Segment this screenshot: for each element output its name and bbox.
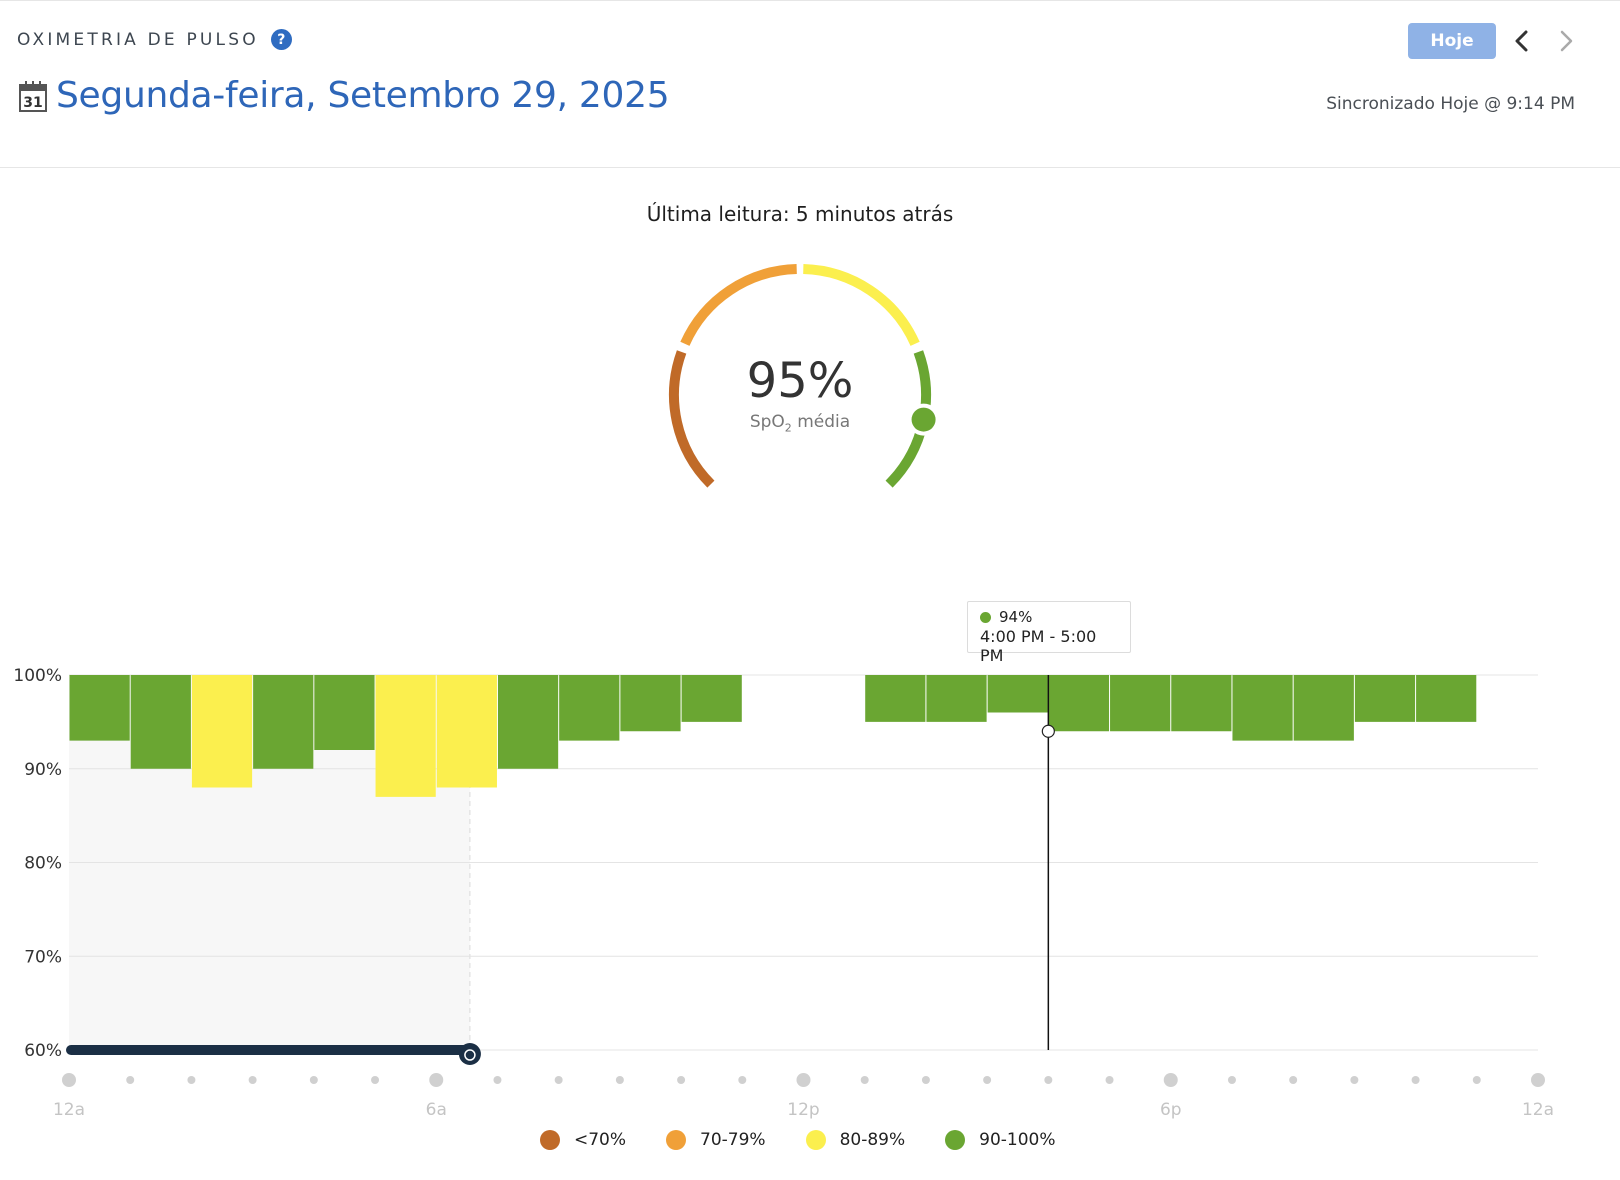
- bar: [191, 675, 253, 788]
- legend-dot: [945, 1130, 966, 1150]
- page: OXIMETRIA DE PULSO ? 31 Segunda-feira, S…: [0, 0, 1620, 1180]
- legend-label: 70-79%: [700, 1130, 766, 1150]
- x-tick-dot: [1350, 1076, 1359, 1084]
- legend-label: <70%: [574, 1130, 627, 1150]
- x-tick-dot: [796, 1073, 811, 1087]
- spo2-chart: 100% 90% 80% 70% 60% 12a 6a 12p 6p 12a: [13, 666, 1554, 1120]
- legend: <70% 70-79% 80-89% 90-100%: [540, 1130, 1096, 1150]
- bar: [253, 675, 314, 769]
- x-tick-dot: [1531, 1073, 1545, 1087]
- legend-item: 90-100%: [945, 1130, 1056, 1150]
- chart-tooltip: 94% 4:00 PM - 5:00 PM: [967, 601, 1131, 665]
- cursor-marker: [1041, 724, 1055, 738]
- legend-item: 80-89%: [805, 1130, 906, 1150]
- bar: [1048, 675, 1110, 732]
- x-tick-dot: [921, 1076, 930, 1084]
- x-tick-dot: [371, 1076, 380, 1084]
- x-tick-dot: [860, 1076, 869, 1084]
- x-tick-dot: [677, 1076, 686, 1084]
- x-tick-dot: [1227, 1076, 1236, 1084]
- legend-dot: [666, 1130, 687, 1150]
- bar: [497, 675, 559, 769]
- x-tick-dot: [187, 1076, 196, 1084]
- x-tick-dot: [1411, 1076, 1420, 1084]
- legend-label: 90-100%: [979, 1130, 1056, 1150]
- x-tick-dot: [248, 1076, 257, 1084]
- bar: [987, 675, 1048, 713]
- legend-dot: [805, 1130, 826, 1150]
- x-tick-dot: [62, 1073, 76, 1087]
- x-tick-label: 6p: [1160, 1100, 1182, 1120]
- bar: [130, 675, 191, 769]
- bar: [1232, 675, 1293, 741]
- x-tick-dot: [309, 1076, 318, 1084]
- bar: [865, 675, 926, 722]
- legend-item: 70-79%: [666, 1130, 766, 1150]
- x-tick-label: 12a: [53, 1100, 85, 1120]
- x-tick-dot: [126, 1076, 135, 1084]
- bar: [926, 675, 987, 722]
- x-tick-dot: [615, 1076, 624, 1084]
- x-tick-dot: [493, 1076, 502, 1084]
- bar: [1416, 675, 1477, 722]
- x-tick-dot: [554, 1076, 563, 1084]
- bar: [314, 675, 375, 750]
- x-tick-dot: [1044, 1076, 1053, 1084]
- bar: [375, 675, 436, 797]
- legend-dot: [540, 1130, 560, 1150]
- bar: [1293, 675, 1354, 741]
- tooltip-range: 4:00 PM - 5:00 PM: [980, 627, 1097, 665]
- bar: [1171, 675, 1232, 732]
- legend-label: 80-89%: [839, 1130, 906, 1150]
- x-tick-dot: [1472, 1076, 1481, 1084]
- bar: [559, 675, 620, 741]
- x-tick-dot: [1289, 1076, 1298, 1084]
- tooltip-value: 94%: [999, 608, 1033, 626]
- x-tick-dot: [429, 1073, 444, 1087]
- x-tick-dot: [1163, 1073, 1178, 1087]
- bar: [69, 675, 130, 741]
- legend-item: <70%: [540, 1130, 626, 1150]
- x-tick-dot: [1105, 1076, 1114, 1084]
- x-tick-dot: [738, 1076, 747, 1084]
- alarm-icon: [458, 1043, 481, 1065]
- bar: [1110, 675, 1171, 732]
- bar: [1354, 675, 1416, 722]
- y-tick-label: 60%: [24, 1041, 62, 1061]
- bar: [436, 675, 497, 788]
- y-tick-label: 90%: [24, 760, 62, 780]
- x-tick-dot: [983, 1076, 992, 1084]
- x-tick-label: 12a: [1522, 1100, 1554, 1120]
- x-tick-label: 6a: [426, 1100, 447, 1120]
- tooltip-dot: [980, 611, 991, 623]
- bar: [620, 675, 681, 732]
- y-tick-label: 70%: [24, 947, 62, 967]
- x-tick-label: 12p: [787, 1100, 819, 1120]
- bar: [681, 675, 742, 722]
- y-tick-label: 100%: [13, 666, 62, 686]
- y-tick-label: 80%: [24, 854, 62, 874]
